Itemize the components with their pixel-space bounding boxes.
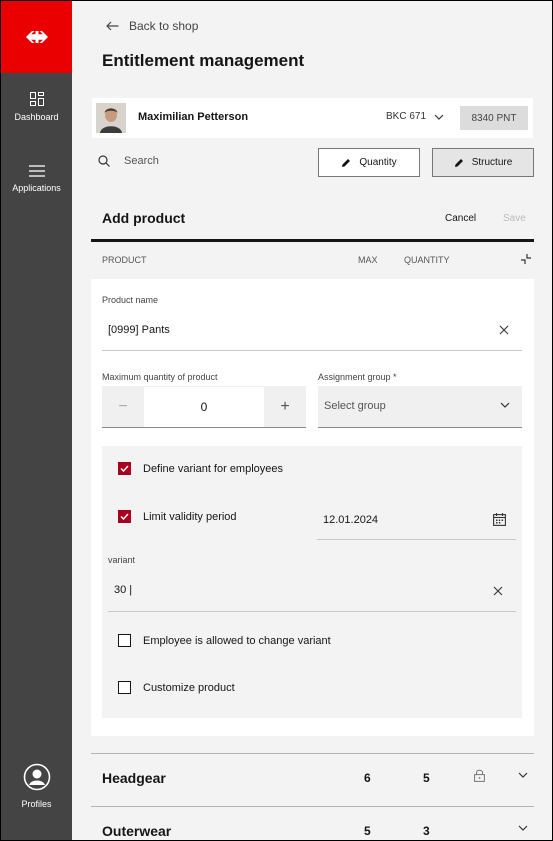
validity-date-value: 12.01.2024 bbox=[323, 514, 379, 526]
add-product-header: Add product Cancel Save bbox=[102, 208, 532, 230]
quantity-button-label: Quantity bbox=[359, 157, 397, 168]
category-quantity: 3 bbox=[423, 824, 430, 838]
quantity-stepper: − 0 + bbox=[102, 386, 306, 428]
sidebar-item-label: Profiles bbox=[21, 799, 52, 809]
points-badge: 8340 PNT bbox=[460, 106, 528, 130]
category-row-outerwear[interactable]: Outerwear 5 3 bbox=[91, 806, 534, 840]
menu-icon bbox=[28, 165, 45, 177]
define-variant-checkbox[interactable]: Define variant for employees bbox=[118, 462, 283, 475]
checkbox-checked-icon bbox=[118, 462, 131, 475]
sidebar-item-label: Dashboard bbox=[14, 112, 59, 122]
category-max: 5 bbox=[364, 824, 371, 838]
lock-icon bbox=[474, 769, 485, 782]
category-row-headgear[interactable]: Headgear 6 5 bbox=[91, 753, 534, 805]
search-icon bbox=[98, 155, 110, 167]
assignment-group-label: Assignment group * bbox=[318, 372, 397, 382]
chevron-down-icon bbox=[500, 402, 510, 408]
quantity-value[interactable]: 0 bbox=[144, 386, 264, 427]
sidebar-item-profiles[interactable]: Profiles bbox=[1, 763, 72, 809]
add-product-form: Product name [0999] Pants Maximum quanti… bbox=[91, 279, 534, 736]
cancel-button[interactable]: Cancel bbox=[445, 213, 476, 224]
structure-button-label: Structure bbox=[471, 157, 513, 168]
arrow-left-icon bbox=[106, 21, 119, 31]
pencil-icon bbox=[342, 158, 351, 167]
checkbox-empty-icon bbox=[118, 634, 131, 647]
main-content: Back to shop Entitlement management Maxi… bbox=[72, 1, 552, 840]
chevron-down-icon[interactable] bbox=[518, 825, 528, 831]
dashboard-icon bbox=[29, 92, 44, 106]
back-link-label: Back to shop bbox=[129, 19, 199, 33]
variant-panel: Define variant for employees Limit valid… bbox=[102, 446, 522, 718]
validity-date-field[interactable]: 12.01.2024 bbox=[317, 504, 516, 540]
brand-logo[interactable] bbox=[1, 1, 72, 73]
customize-product-label: Customize product bbox=[143, 681, 235, 694]
sbb-logo-icon bbox=[25, 31, 48, 43]
limit-validity-checkbox[interactable]: Limit validity period bbox=[118, 510, 237, 523]
increment-button[interactable]: + bbox=[264, 386, 306, 427]
pencil-icon bbox=[454, 158, 463, 167]
divider bbox=[102, 350, 522, 351]
decrement-button[interactable]: − bbox=[102, 386, 144, 427]
user-name: Maximilian Petterson bbox=[138, 111, 249, 123]
column-quantity: QUANTITY bbox=[404, 255, 450, 265]
user-code: BKC 671 bbox=[386, 111, 427, 122]
user-code-select[interactable]: BKC 671 bbox=[386, 111, 444, 122]
page-title: Entitlement management bbox=[102, 51, 305, 70]
define-variant-label: Define variant for employees bbox=[143, 462, 284, 475]
user-circle-icon bbox=[23, 763, 50, 791]
close-icon[interactable] bbox=[499, 325, 509, 335]
max-quantity-label: Maximum quantity of product bbox=[102, 372, 218, 382]
collapse-icon[interactable] bbox=[520, 253, 532, 265]
add-product-title: Add product bbox=[102, 210, 186, 226]
chevron-down-icon[interactable] bbox=[518, 772, 528, 778]
variant-label: variant bbox=[108, 555, 136, 565]
sidebar-item-label: Applications bbox=[12, 183, 61, 193]
structure-button[interactable]: Structure bbox=[432, 148, 534, 177]
product-name-field[interactable]: [0999] Pants bbox=[108, 324, 170, 336]
search-placeholder: Search bbox=[124, 155, 159, 167]
back-link[interactable]: Back to shop bbox=[106, 19, 198, 33]
sidebar: Dashboard Applications Profiles bbox=[1, 1, 72, 840]
calendar-icon[interactable] bbox=[493, 513, 506, 526]
allow-change-variant-checkbox[interactable]: Employee is allowed to change variant bbox=[118, 634, 331, 647]
checkbox-checked-icon bbox=[118, 510, 131, 523]
allow-change-variant-label: Employee is allowed to change variant bbox=[143, 634, 331, 647]
category-quantity: 5 bbox=[423, 771, 430, 785]
avatar bbox=[96, 103, 126, 133]
category-name: Outerwear bbox=[102, 823, 172, 839]
save-button[interactable]: Save bbox=[503, 213, 526, 224]
assignment-group-placeholder: Select group bbox=[324, 400, 386, 412]
close-icon[interactable] bbox=[493, 586, 503, 596]
category-max: 6 bbox=[364, 771, 371, 785]
user-card: Maximilian Petterson BKC 671 8340 PNT bbox=[92, 98, 533, 138]
sidebar-item-dashboard[interactable]: Dashboard bbox=[1, 92, 72, 122]
app-window: Dashboard Applications Profiles Back to … bbox=[1, 1, 552, 840]
assignment-group-select[interactable]: Select group bbox=[318, 386, 522, 428]
avatar-photo bbox=[96, 103, 126, 133]
chevron-down-icon bbox=[434, 114, 444, 120]
category-name: Headgear bbox=[102, 770, 166, 786]
product-name-label: Product name bbox=[102, 295, 159, 305]
table-header: PRODUCT MAX QUANTITY bbox=[102, 253, 532, 269]
checkbox-empty-icon bbox=[118, 681, 131, 694]
divider bbox=[108, 611, 516, 612]
divider bbox=[91, 239, 534, 242]
limit-validity-label: Limit validity period bbox=[143, 510, 237, 523]
sidebar-item-applications[interactable]: Applications bbox=[1, 165, 72, 193]
variant-field[interactable]: 30 | bbox=[114, 584, 132, 596]
column-product: PRODUCT bbox=[102, 255, 147, 265]
column-max: MAX bbox=[358, 255, 378, 265]
quantity-button[interactable]: Quantity bbox=[318, 148, 420, 177]
customize-product-checkbox[interactable]: Customize product bbox=[118, 681, 235, 694]
search-input[interactable]: Search bbox=[98, 155, 159, 167]
